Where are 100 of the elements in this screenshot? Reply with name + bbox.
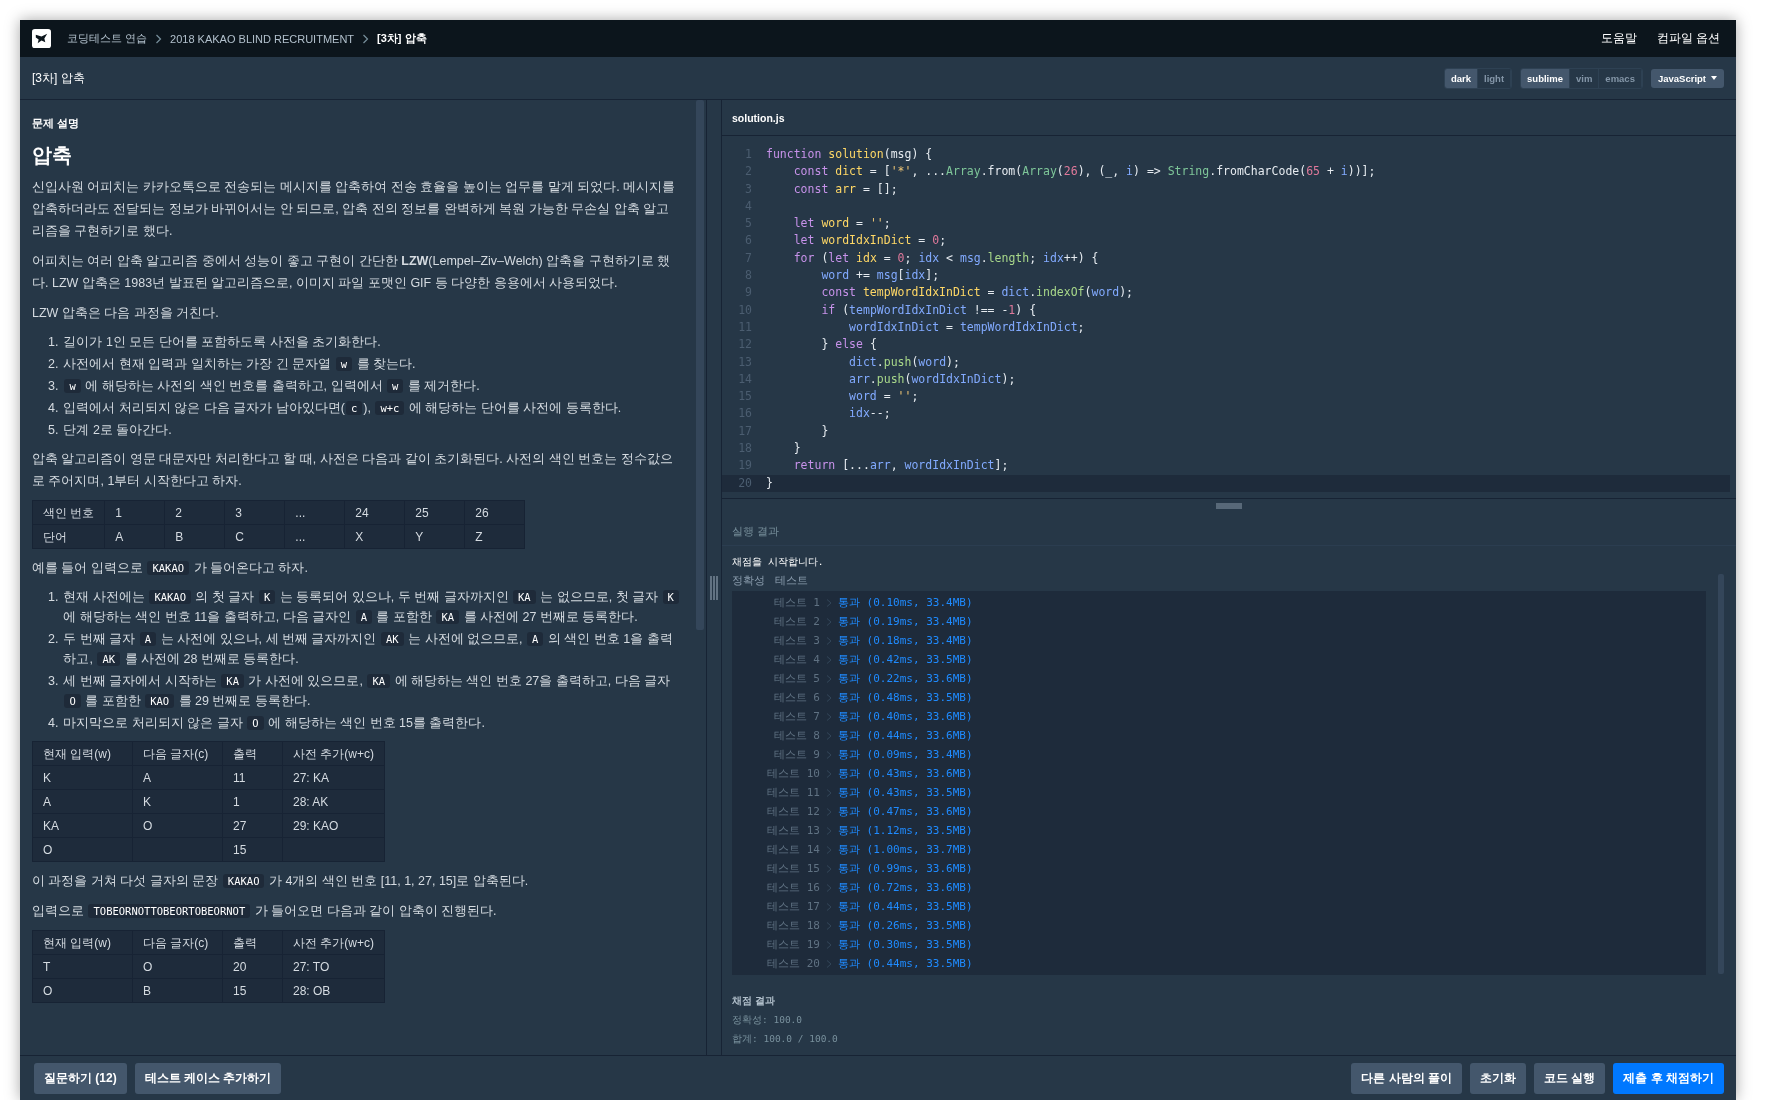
table-cell: 11 [222, 765, 283, 790]
table-cell: C [224, 524, 285, 549]
table-header: 다음 글자(c) [132, 930, 223, 955]
test-label: 테스트 11 [766, 785, 820, 800]
test-label: 테스트 4 [772, 652, 820, 667]
footer-button[interactable]: 초기화 [1470, 1062, 1526, 1094]
code-line: let wordIdxInDict = 0; [792, 232, 947, 250]
test-label: 테스트 3 [772, 633, 820, 648]
test-label: 테스트 1 [772, 595, 820, 610]
test-result: 통과 (0.48ms, 33.5MB) [838, 690, 973, 705]
table-cell: 26 [464, 500, 525, 525]
test-label: 테스트 9 [772, 747, 820, 762]
footer-button[interactable]: 질문하기 (12) [34, 1062, 127, 1094]
footer-button[interactable]: 테스트 케이스 추가하기 [134, 1062, 282, 1094]
chevron-icon [826, 788, 832, 797]
test-label: 테스트 7 [772, 709, 820, 724]
chevron-icon [826, 712, 832, 721]
test-result: 통과 (0.43ms, 33.5MB) [838, 785, 973, 800]
code-line: if (tempWordIdxInDict !== -1) { [820, 301, 1037, 319]
resize-handle-icon[interactable] [1216, 503, 1242, 509]
test-result: 통과 (0.44ms, 33.6MB) [838, 728, 973, 743]
breadcrumb-link[interactable]: 코딩테스트 연습 [67, 31, 148, 46]
problem-heading: 압축 [32, 143, 73, 168]
footer-button[interactable]: 코드 실행 [1534, 1062, 1606, 1094]
code-line: return [...arr, wordIdxInDict]; [792, 457, 1009, 475]
breadcrumb-link[interactable]: 2018 KAKAO BLIND RECRUITMENT [170, 32, 355, 45]
table-cell: Y [404, 524, 465, 549]
theme-toggle[interactable]: dark [1444, 68, 1478, 88]
test-result: 통과 (0.30ms, 33.5MB) [838, 937, 973, 952]
test-label: 테스트 16 [766, 880, 820, 895]
code-line: idx--; [848, 405, 891, 423]
test-label: 테스트 14 [766, 842, 820, 857]
code-line: let word = ''; [792, 215, 891, 233]
test-result: 통과 (0.26ms, 33.5MB) [838, 918, 973, 933]
table-header: 출력 [222, 930, 283, 955]
code-line: } else { [820, 336, 877, 354]
scrollbar-thumb[interactable] [696, 100, 704, 630]
paragraph: 이 과정을 거쳐 다섯 글자의 문장 KAKAO 가 4개의 색인 번호 [11, 1, 27, 15]로 압축된다. [32, 873, 530, 890]
chevron-icon [826, 750, 832, 759]
chevron-icon [826, 845, 832, 854]
table-header: 다음 글자(c) [132, 741, 223, 766]
keymap-toggle[interactable]: sublime [1521, 68, 1570, 88]
table-cell: O [132, 954, 223, 979]
chevron-icon [155, 33, 163, 44]
table-cell: A [132, 765, 223, 790]
table-cell: 29: KAO [282, 813, 385, 838]
table-cell: 단어 [32, 524, 105, 549]
logo-icon[interactable] [32, 29, 51, 48]
language-dropdown[interactable]: JavaScript [1650, 68, 1724, 88]
code-line: const tempWordIdxInDict = dict.indexOf(word); [820, 284, 1134, 302]
footer-button[interactable]: 다른 사람의 풀이 [1351, 1062, 1462, 1094]
list-item: 2. 사전에서 현재 입력과 일치하는 가장 긴 문자열 w 를 찾는다. [48, 356, 417, 373]
breadcrumb-link[interactable]: [3차] 압축 [377, 31, 427, 46]
chevron-icon [826, 731, 832, 740]
list-item: 2. 두 번째 글자 A 는 사전에 있으나, 세 번째 글자까지인 AK 는 사전에 없으므로, A 의 색인 번호 1을 출력하고, AK 를 사전에 28 번째로 등록한다. [48, 631, 674, 668]
test-result: 통과 (1.00ms, 33.7MB) [838, 842, 973, 857]
code-line: } [765, 474, 773, 492]
result-group-label: 정확성 [732, 573, 765, 588]
resize-handle-icon[interactable] [710, 575, 718, 600]
table-cell: 1 [104, 500, 165, 525]
test-label: 테스트 17 [766, 899, 820, 914]
code-line: word += msg[idx]; [820, 267, 940, 285]
table-cell: 24 [344, 500, 405, 525]
test-label: 테스트 18 [766, 918, 820, 933]
table-cell: 28: OB [282, 978, 385, 1003]
list-item: 4. 입력에서 처리되지 않은 다음 글자가 남아있다면( c ), w+c 에 해당하는 단어를 사전에 등록한다. [48, 400, 623, 417]
file-tab[interactable]: solution.js [732, 111, 785, 124]
chevron-icon [826, 636, 832, 645]
code-line: const dict = ['*', ...Array.from(Array(26), (_, i) => String.fromCharCode(65 + i))]; [792, 163, 1376, 181]
chevron-icon [826, 940, 832, 949]
test-label: 테스트 8 [772, 728, 820, 743]
code-line: const arr = []; [792, 180, 898, 198]
paragraph: LZW 압축은 다음 과정을 거친다. [32, 305, 220, 322]
table-cell: K [132, 789, 223, 814]
chevron-icon [826, 674, 832, 683]
test-label: 테스트 13 [766, 823, 820, 838]
list-item: 3. w 에 해당하는 사전의 색인 번호를 출력하고, 입력에서 w 를 제거한다. [48, 378, 481, 395]
problem-title: [3차] 압축 [32, 69, 86, 87]
chevron-icon [826, 959, 832, 968]
table-cell: B [164, 524, 225, 549]
code-line: function solution(msg) { [765, 146, 933, 163]
code-line: } [820, 422, 829, 440]
chevron-icon [826, 902, 832, 911]
chevron-icon [826, 598, 832, 607]
test-result: 통과 (0.09ms, 33.4MB) [838, 747, 973, 762]
chevron-icon [826, 864, 832, 873]
submit-button[interactable]: 제출 후 채점하기 [1613, 1062, 1724, 1094]
chevron-icon [826, 826, 832, 835]
caret-icon [1711, 76, 1717, 80]
table-cell: 1 [222, 789, 283, 814]
nav-link[interactable]: 도움말 [1600, 30, 1637, 47]
table-cell: X [344, 524, 405, 549]
test-label: 테스트 10 [766, 766, 820, 781]
table-cell: 27: KA [282, 765, 385, 790]
nav-link[interactable]: 컴파일 옵션 [1656, 30, 1720, 47]
table-cell: 27: TO [282, 954, 385, 979]
table-cell: 색인 번호 [32, 500, 105, 525]
test-result: 통과 (0.99ms, 33.6MB) [838, 861, 973, 876]
paragraph: 압축 알고리즘이 영문 대문자만 처리한다고 할 때, 사전은 다음과 같이 초기화된다. 사전의 색인 번호는 정수값으로 주어지며, 1부터 시작한다고 하자. [32, 451, 674, 490]
chevron-icon [826, 655, 832, 664]
